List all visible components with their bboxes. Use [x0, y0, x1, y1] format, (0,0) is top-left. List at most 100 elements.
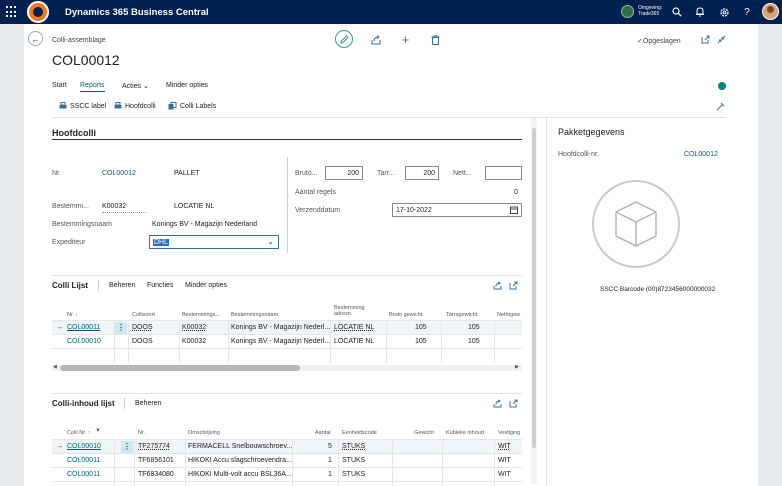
netto-input[interactable]	[485, 166, 522, 180]
inhoud-lijst-title[interactable]: Colli-inhoud lijst	[52, 399, 115, 408]
table-cell-naam[interactable]: Konings BV - Magazijn Nederl...	[231, 324, 330, 331]
column-header-bruto[interactable]: Bruto gewicht	[389, 312, 422, 318]
table-cell-vestiging[interactable]: WIT	[498, 457, 511, 464]
table-cell-nr[interactable]: TF6856101	[138, 457, 174, 464]
table-cell-tarra[interactable]: 105	[468, 338, 480, 345]
vertical-scrollbar[interactable]	[531, 118, 537, 484]
table-cell-soort[interactable]: DOOS	[132, 324, 153, 331]
help-icon[interactable]: ?	[741, 6, 753, 18]
share-icon[interactable]	[492, 280, 503, 291]
open-new-window-icon[interactable]	[700, 34, 711, 45]
section-title-hoofdcolli[interactable]: Hoofdcolli	[52, 128, 96, 138]
table-cell-colli[interactable]: COL00010	[67, 443, 101, 450]
colli-lijst-functies[interactable]: Functies	[147, 282, 173, 289]
column-header-aantal[interactable]: Aantal	[315, 430, 331, 436]
table-cell-bruto[interactable]: 105	[415, 324, 427, 331]
hoofdcolli-nr-value[interactable]: COL00012	[684, 151, 718, 158]
table-cell-colli[interactable]: COL00011	[67, 457, 100, 464]
column-header-bestemming[interactable]: Bestemmings...	[182, 312, 220, 318]
column-header-collisoort[interactable]: Collisoort	[132, 312, 155, 318]
bruto-input[interactable]: 200	[325, 166, 363, 180]
collapse-icon[interactable]	[716, 34, 727, 45]
colli-lijst-title[interactable]: Colli Lijst	[52, 281, 88, 290]
tab-start[interactable]: Start	[52, 82, 67, 89]
column-header-nr[interactable]: Nr.	[138, 430, 145, 436]
tab-acties[interactable]: Acties ⌄	[122, 82, 149, 90]
avatar[interactable]	[762, 3, 779, 20]
sscc-label-button[interactable]: SSCC label	[59, 102, 106, 110]
tab-minder-opties[interactable]: Minder opties	[166, 82, 208, 89]
table-cell-eenheid[interactable]: STUKS	[342, 457, 365, 464]
calendar-icon[interactable]	[510, 206, 518, 216]
column-header-netto[interactable]: Nettogew	[497, 312, 522, 318]
table-cell-bruto[interactable]: 105	[415, 338, 427, 345]
tab-reports[interactable]: Reports	[80, 82, 105, 92]
column-header-gewicht[interactable]: Gewicht	[414, 430, 434, 436]
environment-icon[interactable]	[621, 5, 634, 18]
edit-button[interactable]	[335, 30, 353, 48]
column-header-tarra[interactable]: Tarragewicht	[446, 312, 477, 318]
hoofdcolli-button[interactable]: Hoofdcolli	[114, 102, 156, 110]
personalize-icon[interactable]	[716, 102, 725, 111]
table-cell-aantal[interactable]: 1	[328, 471, 332, 478]
colli-lijst-minder-opties[interactable]: Minder opties	[185, 282, 227, 289]
column-header-vestiging[interactable]: Vestiging	[498, 430, 520, 436]
table-cell-naam[interactable]: Konings BV - Magazijn Nederl...	[231, 338, 330, 345]
table-cell-omschrijving[interactable]: HIKOKI Accu slagschroevendra...	[188, 457, 292, 464]
nr-value[interactable]: COL00012	[102, 170, 136, 177]
table-cell-adres[interactable]: LOCATIE NL	[334, 338, 374, 345]
search-icon[interactable]	[671, 6, 683, 18]
table-cell-nr[interactable]: COL00011	[67, 324, 100, 331]
table-cell-aantal[interactable]: 5	[328, 443, 332, 450]
column-header-kubieke-inhoud[interactable]: Kubieke inhoud	[446, 430, 484, 436]
table-cell-omschrijving[interactable]: FERMACELL Snelbouwschroev...	[188, 443, 292, 450]
table-cell-vestiging[interactable]: WIT	[498, 471, 511, 478]
column-header-omschrijving[interactable]: Omschrijving	[188, 430, 220, 436]
filter-icon[interactable]: ▼	[95, 428, 101, 434]
inhoud-lijst-beheren[interactable]: Beheren	[135, 400, 161, 407]
environment-info[interactable]: Omgeving: Trade365	[638, 5, 662, 17]
gear-icon[interactable]	[718, 6, 730, 18]
table-cell-nr[interactable]: COL00010	[67, 338, 101, 345]
expand-icon[interactable]	[508, 280, 519, 291]
expand-icon[interactable]	[508, 398, 519, 409]
scrollbar-thumb[interactable]	[532, 128, 536, 448]
verzenddatum-input[interactable]: 17-10-2022	[392, 203, 522, 217]
column-header-eenheidscode[interactable]: Eenheidscode	[342, 430, 377, 436]
bell-icon[interactable]	[694, 6, 706, 18]
table-cell-omschrijving[interactable]: HIKOKI Multi-volt accu BSL36A...	[188, 471, 292, 478]
scroll-left-icon[interactable]: ◀	[53, 364, 57, 370]
info-icon[interactable]	[718, 82, 726, 90]
table-cell-bestemming[interactable]: K00032	[182, 338, 206, 345]
table-cell-bestemming[interactable]: K00032	[182, 324, 206, 331]
table-cell-tarra[interactable]: 105	[468, 324, 480, 331]
table-cell-aantal[interactable]: 1	[328, 457, 332, 464]
row-menu-button[interactable]: ⋮	[121, 441, 133, 453]
table-cell-vestiging[interactable]: WIT	[498, 443, 511, 450]
app-launcher-icon[interactable]	[6, 6, 18, 18]
share-icon[interactable]	[370, 34, 381, 45]
add-icon[interactable]: +	[400, 32, 411, 47]
share-icon[interactable]	[492, 398, 503, 409]
table-cell-nr[interactable]: TF6834080	[138, 471, 174, 478]
table-cell-eenheid[interactable]: STUKS	[342, 471, 365, 478]
colli-lijst-beheren[interactable]: Beheren	[109, 282, 135, 289]
row-menu-button[interactable]: ⋮	[115, 322, 127, 334]
bestemming-value[interactable]: K00032	[102, 203, 126, 210]
expediteur-select[interactable]: DHL ⌄	[149, 235, 279, 249]
column-header-bestemmingsnaam[interactable]: Bestemmingsnaam	[231, 312, 278, 318]
scroll-right-icon[interactable]: ▶	[515, 364, 519, 370]
column-header-colli-nr[interactable]: Colli Nr. ↑	[67, 430, 91, 436]
scrollbar-thumb[interactable]	[60, 365, 300, 371]
table-cell-colli[interactable]: COL00011	[67, 471, 100, 478]
tarra-input[interactable]: 200	[405, 166, 439, 180]
table-cell-soort[interactable]: DOOS	[132, 338, 153, 345]
company-logo[interactable]	[27, 1, 49, 23]
colli-labels-button[interactable]: Colli Labels	[168, 102, 216, 110]
column-header-nr[interactable]: Nr. ↓	[67, 312, 78, 318]
delete-icon[interactable]	[430, 34, 441, 45]
table-cell-nr[interactable]: TF275774	[138, 443, 170, 450]
table-cell-adres[interactable]: LOCATIE NL	[334, 324, 374, 331]
column-header-adres[interactable]: Bestemming adresn.	[334, 305, 378, 317]
back-button[interactable]: ←	[28, 31, 43, 46]
